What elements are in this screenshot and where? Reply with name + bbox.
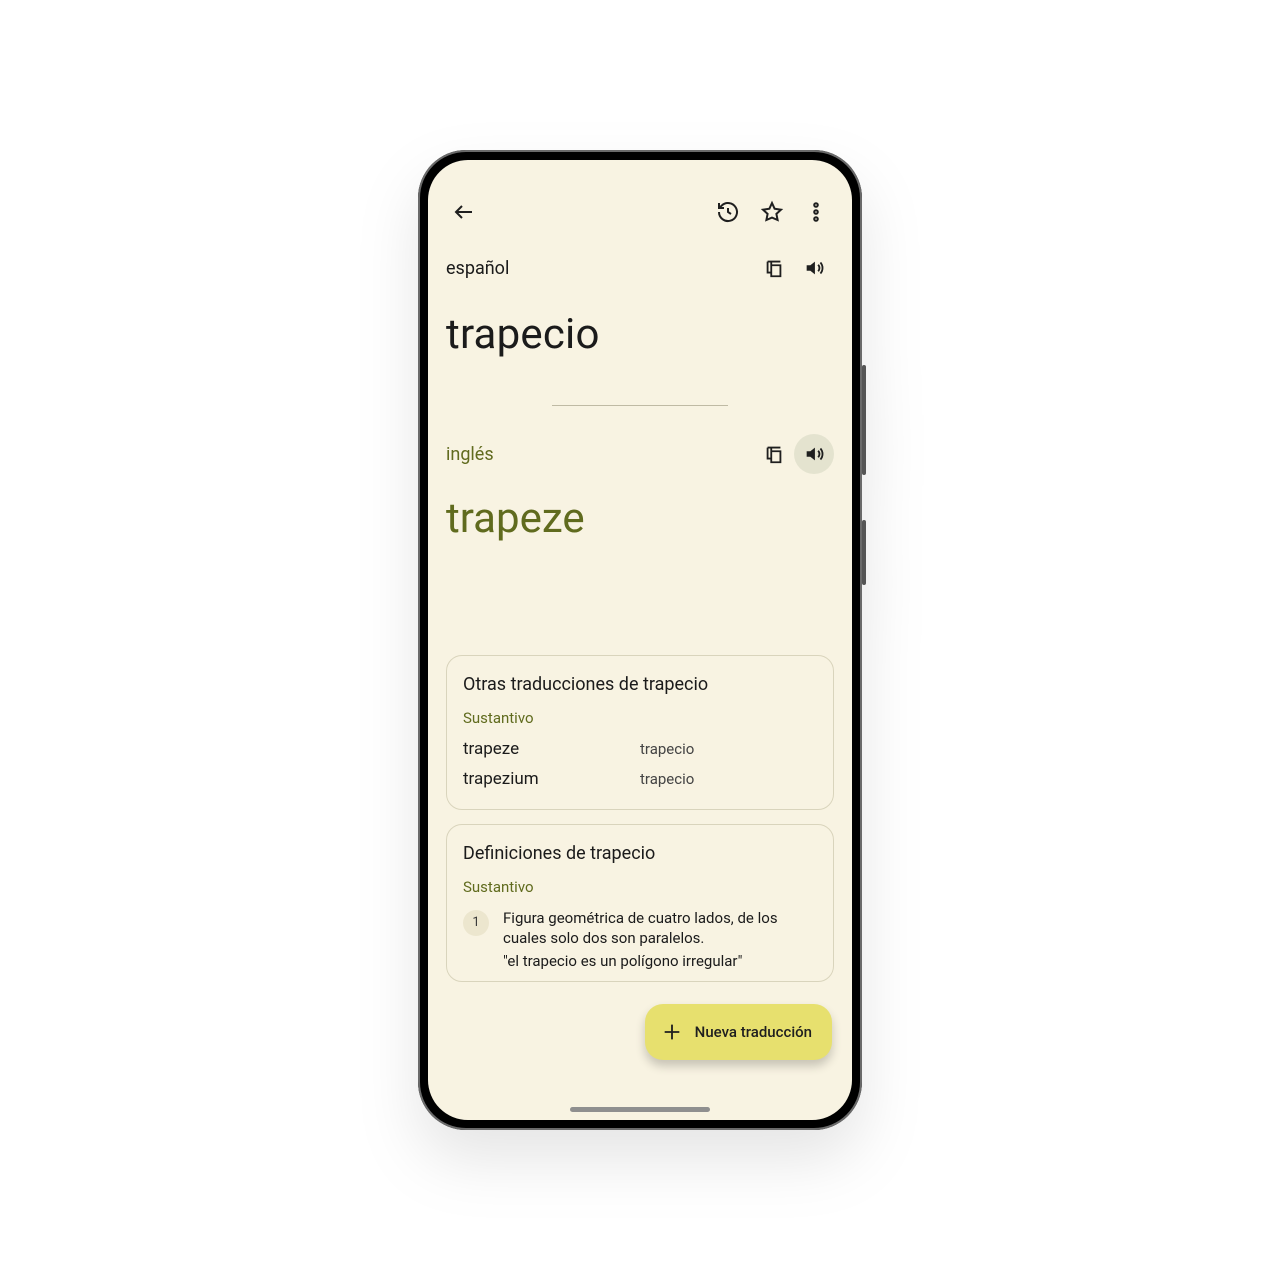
table-row[interactable]: trapezium trapecio [463,769,817,789]
target-text: trapeze [446,494,834,543]
speak-target-button[interactable] [794,434,834,474]
power-button [862,520,866,585]
star-icon [760,200,784,224]
definition-text: Figura geométrica de cuatro lados, de lo… [503,908,817,949]
translation-back: trapecio [640,770,817,788]
definition-index: 1 [463,910,489,936]
volume-button [862,365,866,475]
app-bar [428,190,852,234]
translation-word: trapezium [463,769,640,789]
source-language-label: español [446,258,509,279]
definition-item: 1 Figura geométrica de cuatro lados, de … [463,908,817,971]
source-language-row: español [446,248,834,288]
source-text[interactable]: trapecio [446,310,834,359]
part-of-speech: Sustantivo [463,878,817,896]
speak-source-button[interactable] [794,248,834,288]
copy-icon [763,443,785,465]
target-language-label: inglés [446,444,494,465]
content: español trapecio inglés [428,248,852,982]
history-icon [716,200,740,224]
history-button[interactable] [706,190,750,234]
back-button[interactable] [442,190,486,234]
plus-icon [661,1021,683,1043]
copy-source-button[interactable] [754,248,794,288]
more-vert-icon [804,200,828,224]
card-title: Definiciones de trapecio [463,843,817,864]
speaker-icon [803,257,825,279]
definition-example: "el trapecio es un polígono irregular" [503,951,817,971]
translation-back: trapecio [640,740,817,758]
copy-icon [763,257,785,279]
favorite-button[interactable] [750,190,794,234]
part-of-speech: Sustantivo [463,709,817,727]
gesture-bar [570,1107,710,1112]
overflow-button[interactable] [794,190,838,234]
card-title: Otras traducciones de trapecio [463,674,817,695]
arrow-left-icon [452,200,476,224]
divider [552,385,728,406]
app-screen: español trapecio inglés [428,160,852,1120]
copy-target-button[interactable] [754,434,794,474]
new-translation-fab[interactable]: Nueva traducción [645,1004,832,1060]
speaker-icon [803,443,825,465]
target-language-row: inglés [446,434,834,474]
table-row[interactable]: trapeze trapecio [463,739,817,759]
translation-word: trapeze [463,739,640,759]
other-translations-card: Otras traducciones de trapecio Sustantiv… [446,655,834,810]
phone-frame: español trapecio inglés [418,150,862,1130]
fab-label: Nueva traducción [695,1023,812,1041]
definitions-card: Definiciones de trapecio Sustantivo 1 Fi… [446,824,834,982]
